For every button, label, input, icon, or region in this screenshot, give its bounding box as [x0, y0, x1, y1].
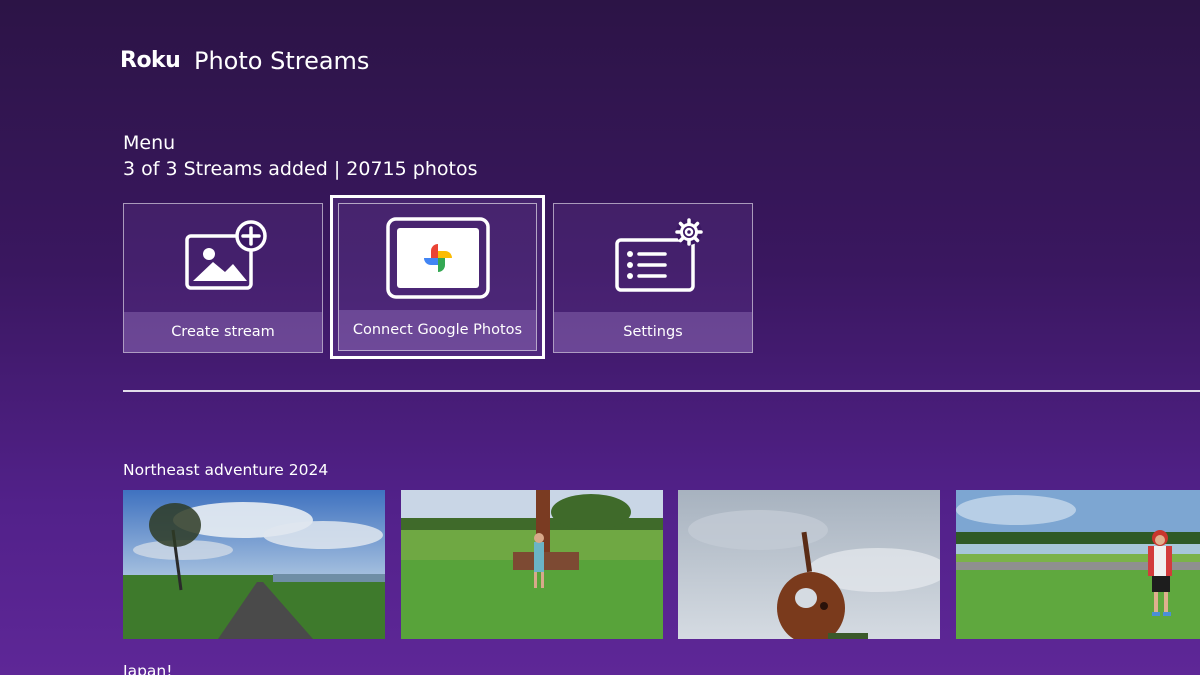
- google-photos-icon: [339, 204, 536, 312]
- stream-title: Japan!: [123, 662, 173, 675]
- path-under-cloudy-sky-photo[interactable]: [123, 490, 385, 639]
- photo-streams-screen: { "header": { "brand": "Roku", "title": …: [0, 0, 1200, 675]
- connect-google-photos-button[interactable]: Connect Google Photos: [330, 195, 545, 359]
- settings-label: Settings: [554, 312, 752, 352]
- app-title: Photo Streams: [194, 47, 370, 75]
- menu-label: Menu: [123, 132, 176, 154]
- child-in-park-photo[interactable]: [956, 490, 1200, 639]
- create-stream-button[interactable]: Create stream: [123, 203, 323, 353]
- create-stream-label: Create stream: [124, 312, 322, 352]
- tile-inner-frame: Connect Google Photos: [338, 203, 537, 351]
- statue-in-grass-field-photo[interactable]: [401, 490, 663, 639]
- streams-status: 3 of 3 Streams added | 20715 photos: [123, 158, 478, 180]
- connect-google-photos-label: Connect Google Photos: [339, 310, 536, 350]
- settings-button[interactable]: Settings: [553, 203, 753, 353]
- rusty-sculpture-photo[interactable]: [678, 490, 940, 639]
- stream-title: Northeast adventure 2024: [123, 461, 329, 479]
- add-image-icon: [124, 204, 322, 312]
- roku-logo: Roku: [120, 48, 181, 73]
- settings-list-icon: [554, 204, 752, 312]
- section-divider: [123, 390, 1200, 392]
